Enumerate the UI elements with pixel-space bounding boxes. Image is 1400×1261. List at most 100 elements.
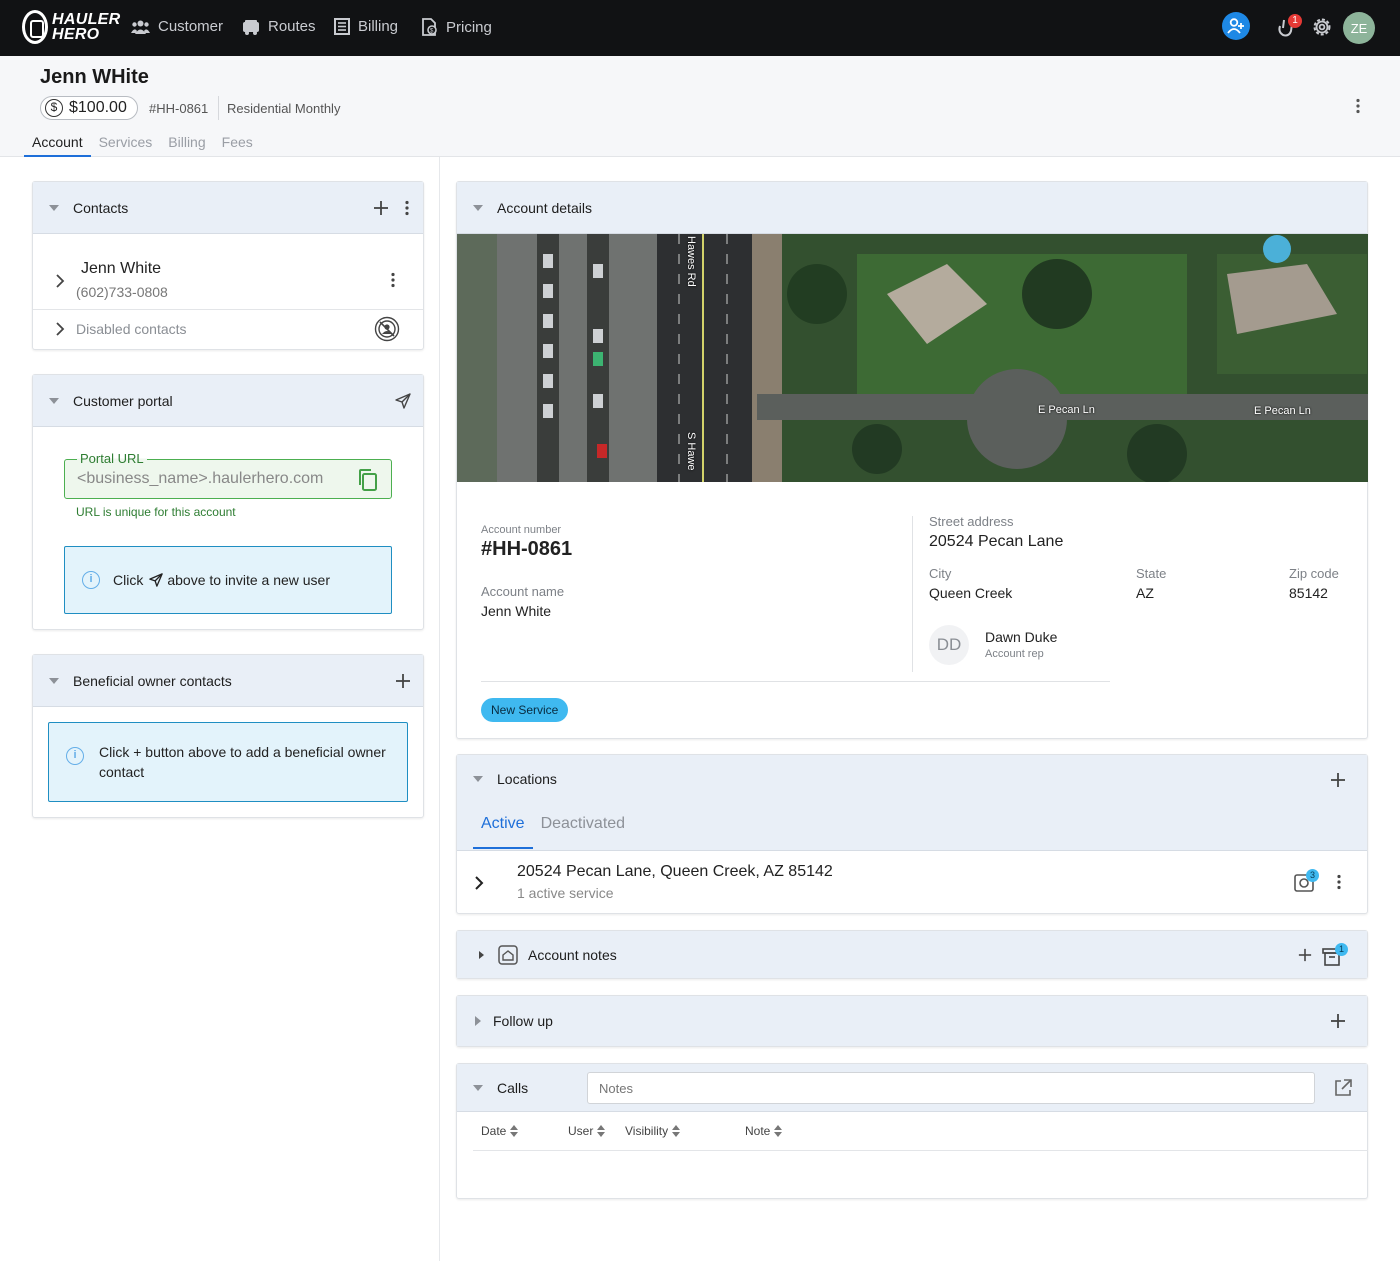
- sort-icon: [774, 1125, 783, 1137]
- calls-header: Calls: [457, 1064, 1367, 1112]
- top-nav: HAULER HERO Customer Routes Billing $ Pr…: [0, 0, 1400, 56]
- contact-name: Jenn White: [81, 260, 162, 277]
- tab-services[interactable]: Services: [91, 134, 161, 157]
- follow-up-header[interactable]: Follow up: [457, 996, 1367, 1046]
- col-date[interactable]: Date: [481, 1124, 519, 1138]
- tab-account[interactable]: Account: [24, 134, 91, 157]
- account-number-label: Account number: [481, 524, 562, 536]
- expand-caret-icon: [479, 950, 484, 959]
- settings-button[interactable]: [1311, 16, 1333, 43]
- services-count-badge: 3: [1306, 869, 1319, 882]
- disabled-contacts-row[interactable]: Disabled contacts: [33, 310, 423, 348]
- col-note[interactable]: Note: [745, 1124, 783, 1138]
- rep-role: Account rep: [985, 648, 1044, 660]
- logo-wheel-icon: [22, 10, 48, 44]
- portal-header[interactable]: Customer portal: [33, 375, 423, 427]
- portal-url-hint: URL is unique for this account: [76, 505, 236, 519]
- invite-info-prefix: Click: [113, 572, 144, 588]
- collapse-caret-icon[interactable]: [473, 1084, 483, 1091]
- collapse-caret-icon: [473, 776, 483, 782]
- nav-pricing[interactable]: $ Pricing: [421, 18, 492, 36]
- col-date-label: Date: [481, 1124, 507, 1138]
- rep-name[interactable]: Dawn Duke: [985, 629, 1057, 645]
- map-label-s-hawes: S Hawe: [685, 432, 697, 471]
- call-notes-input[interactable]: [587, 1072, 1315, 1104]
- satellite-map[interactable]: Hawes Rd S Hawe E Pecan Ln E Pecan Ln: [457, 234, 1368, 482]
- tab-active[interactable]: Active: [473, 815, 533, 849]
- app-logo[interactable]: HAULER HERO: [22, 10, 120, 44]
- disabled-user-icon: [374, 316, 400, 342]
- collapse-caret-icon: [49, 204, 59, 211]
- calls-card: Calls Date User Visibility Note: [456, 1063, 1368, 1199]
- account-details-header[interactable]: Account details: [457, 182, 1367, 234]
- price-doc-icon: $: [422, 18, 437, 36]
- account-type: Residential Monthly: [227, 101, 341, 116]
- contact-row[interactable]: Jenn White (602)733-0808: [33, 234, 423, 310]
- header-more-button[interactable]: [1352, 98, 1364, 119]
- nav-customer-label: Customer: [158, 18, 224, 35]
- tab-billing[interactable]: Billing: [160, 134, 213, 157]
- contacts-card: Contacts Jenn White (602)733-0808 Disabl…: [32, 181, 424, 350]
- user-avatar[interactable]: ZE: [1343, 12, 1375, 44]
- account-number-value: #HH-0861: [481, 538, 573, 560]
- col-user[interactable]: User: [568, 1124, 606, 1138]
- location-tabs: Active Deactivated: [473, 815, 633, 849]
- truck-icon: [243, 19, 259, 35]
- chevron-right-icon[interactable]: [55, 322, 65, 336]
- nav-billing[interactable]: Billing: [334, 18, 398, 35]
- send-invite-icon[interactable]: [395, 392, 411, 409]
- calls-title: Calls: [497, 1079, 529, 1096]
- add-beneficial-icon[interactable]: [395, 673, 411, 689]
- portal-url-value[interactable]: <business_name>.haulerhero.com: [77, 470, 347, 488]
- location-row[interactable]: 20524 Pecan Lane, Queen Creek, AZ 85142 …: [457, 851, 1367, 913]
- col-visibility[interactable]: Visibility: [625, 1124, 681, 1138]
- logo-line1: HAULER: [52, 11, 121, 28]
- receipt-icon: [334, 18, 350, 35]
- tab-deactivated[interactable]: Deactivated: [533, 815, 634, 849]
- portal-url-field[interactable]: Portal URL <business_name>.haulerhero.co…: [64, 451, 392, 499]
- external-link-icon[interactable]: [1333, 1078, 1353, 1098]
- collapse-caret-icon: [49, 677, 59, 684]
- chevron-right-icon[interactable]: [474, 876, 484, 890]
- header-separator: [218, 96, 219, 120]
- state-label: State: [1136, 566, 1167, 581]
- add-user-icon: [1227, 18, 1244, 34]
- map-label-pecan-2: E Pecan Ln: [1254, 405, 1311, 417]
- home-note-icon: [498, 944, 518, 965]
- zip-label: Zip code: [1289, 566, 1339, 581]
- sort-icon: [597, 1125, 606, 1137]
- collapse-caret-icon: [473, 204, 483, 211]
- add-contact-icon[interactable]: [373, 200, 389, 216]
- copy-icon[interactable]: [357, 468, 379, 492]
- invite-info-suffix: above to invite a new user: [167, 572, 330, 588]
- details-bottom-divider: [481, 681, 1110, 682]
- contact-more-icon[interactable]: [389, 272, 397, 288]
- tab-fees[interactable]: Fees: [214, 134, 261, 157]
- balance-chip[interactable]: $ $100.00: [40, 96, 138, 120]
- col-visibility-label: Visibility: [625, 1124, 669, 1138]
- account-notes-header[interactable]: Account notes 1: [457, 931, 1367, 978]
- street-label: Street address: [929, 514, 1014, 529]
- customer-name: Jenn WHite: [40, 66, 149, 88]
- location-more-icon[interactable]: [1335, 874, 1343, 890]
- archive-count-badge: 1: [1335, 943, 1348, 956]
- beneficial-header[interactable]: Beneficial owner contacts: [33, 655, 423, 707]
- contacts-header[interactable]: Contacts: [33, 182, 423, 234]
- beneficial-owner-card: Beneficial owner contacts i Click + butt…: [32, 654, 424, 818]
- account-notes-card: Account notes 1: [456, 930, 1368, 979]
- expand-caret-icon: [475, 1016, 481, 1026]
- location-address: 20524 Pecan Lane, Queen Creek, AZ 85142: [517, 863, 833, 880]
- nav-routes[interactable]: Routes: [242, 18, 316, 35]
- add-user-button[interactable]: [1222, 12, 1250, 40]
- add-location-icon[interactable]: [1330, 772, 1346, 788]
- add-note-icon[interactable]: [1298, 948, 1312, 962]
- contacts-more-icon[interactable]: [403, 200, 411, 216]
- locations-card: Locations Active Deactivated 20524 Pecan…: [456, 754, 1368, 914]
- locations-header: Locations Active Deactivated: [457, 755, 1367, 851]
- new-service-button[interactable]: New Service: [481, 698, 569, 722]
- nav-customer[interactable]: Customer: [131, 18, 223, 35]
- column-divider: [439, 157, 440, 1261]
- map-label-pecan-1: E Pecan Ln: [1038, 404, 1095, 416]
- chevron-right-icon[interactable]: [55, 274, 65, 288]
- add-follow-up-icon[interactable]: [1330, 1013, 1346, 1029]
